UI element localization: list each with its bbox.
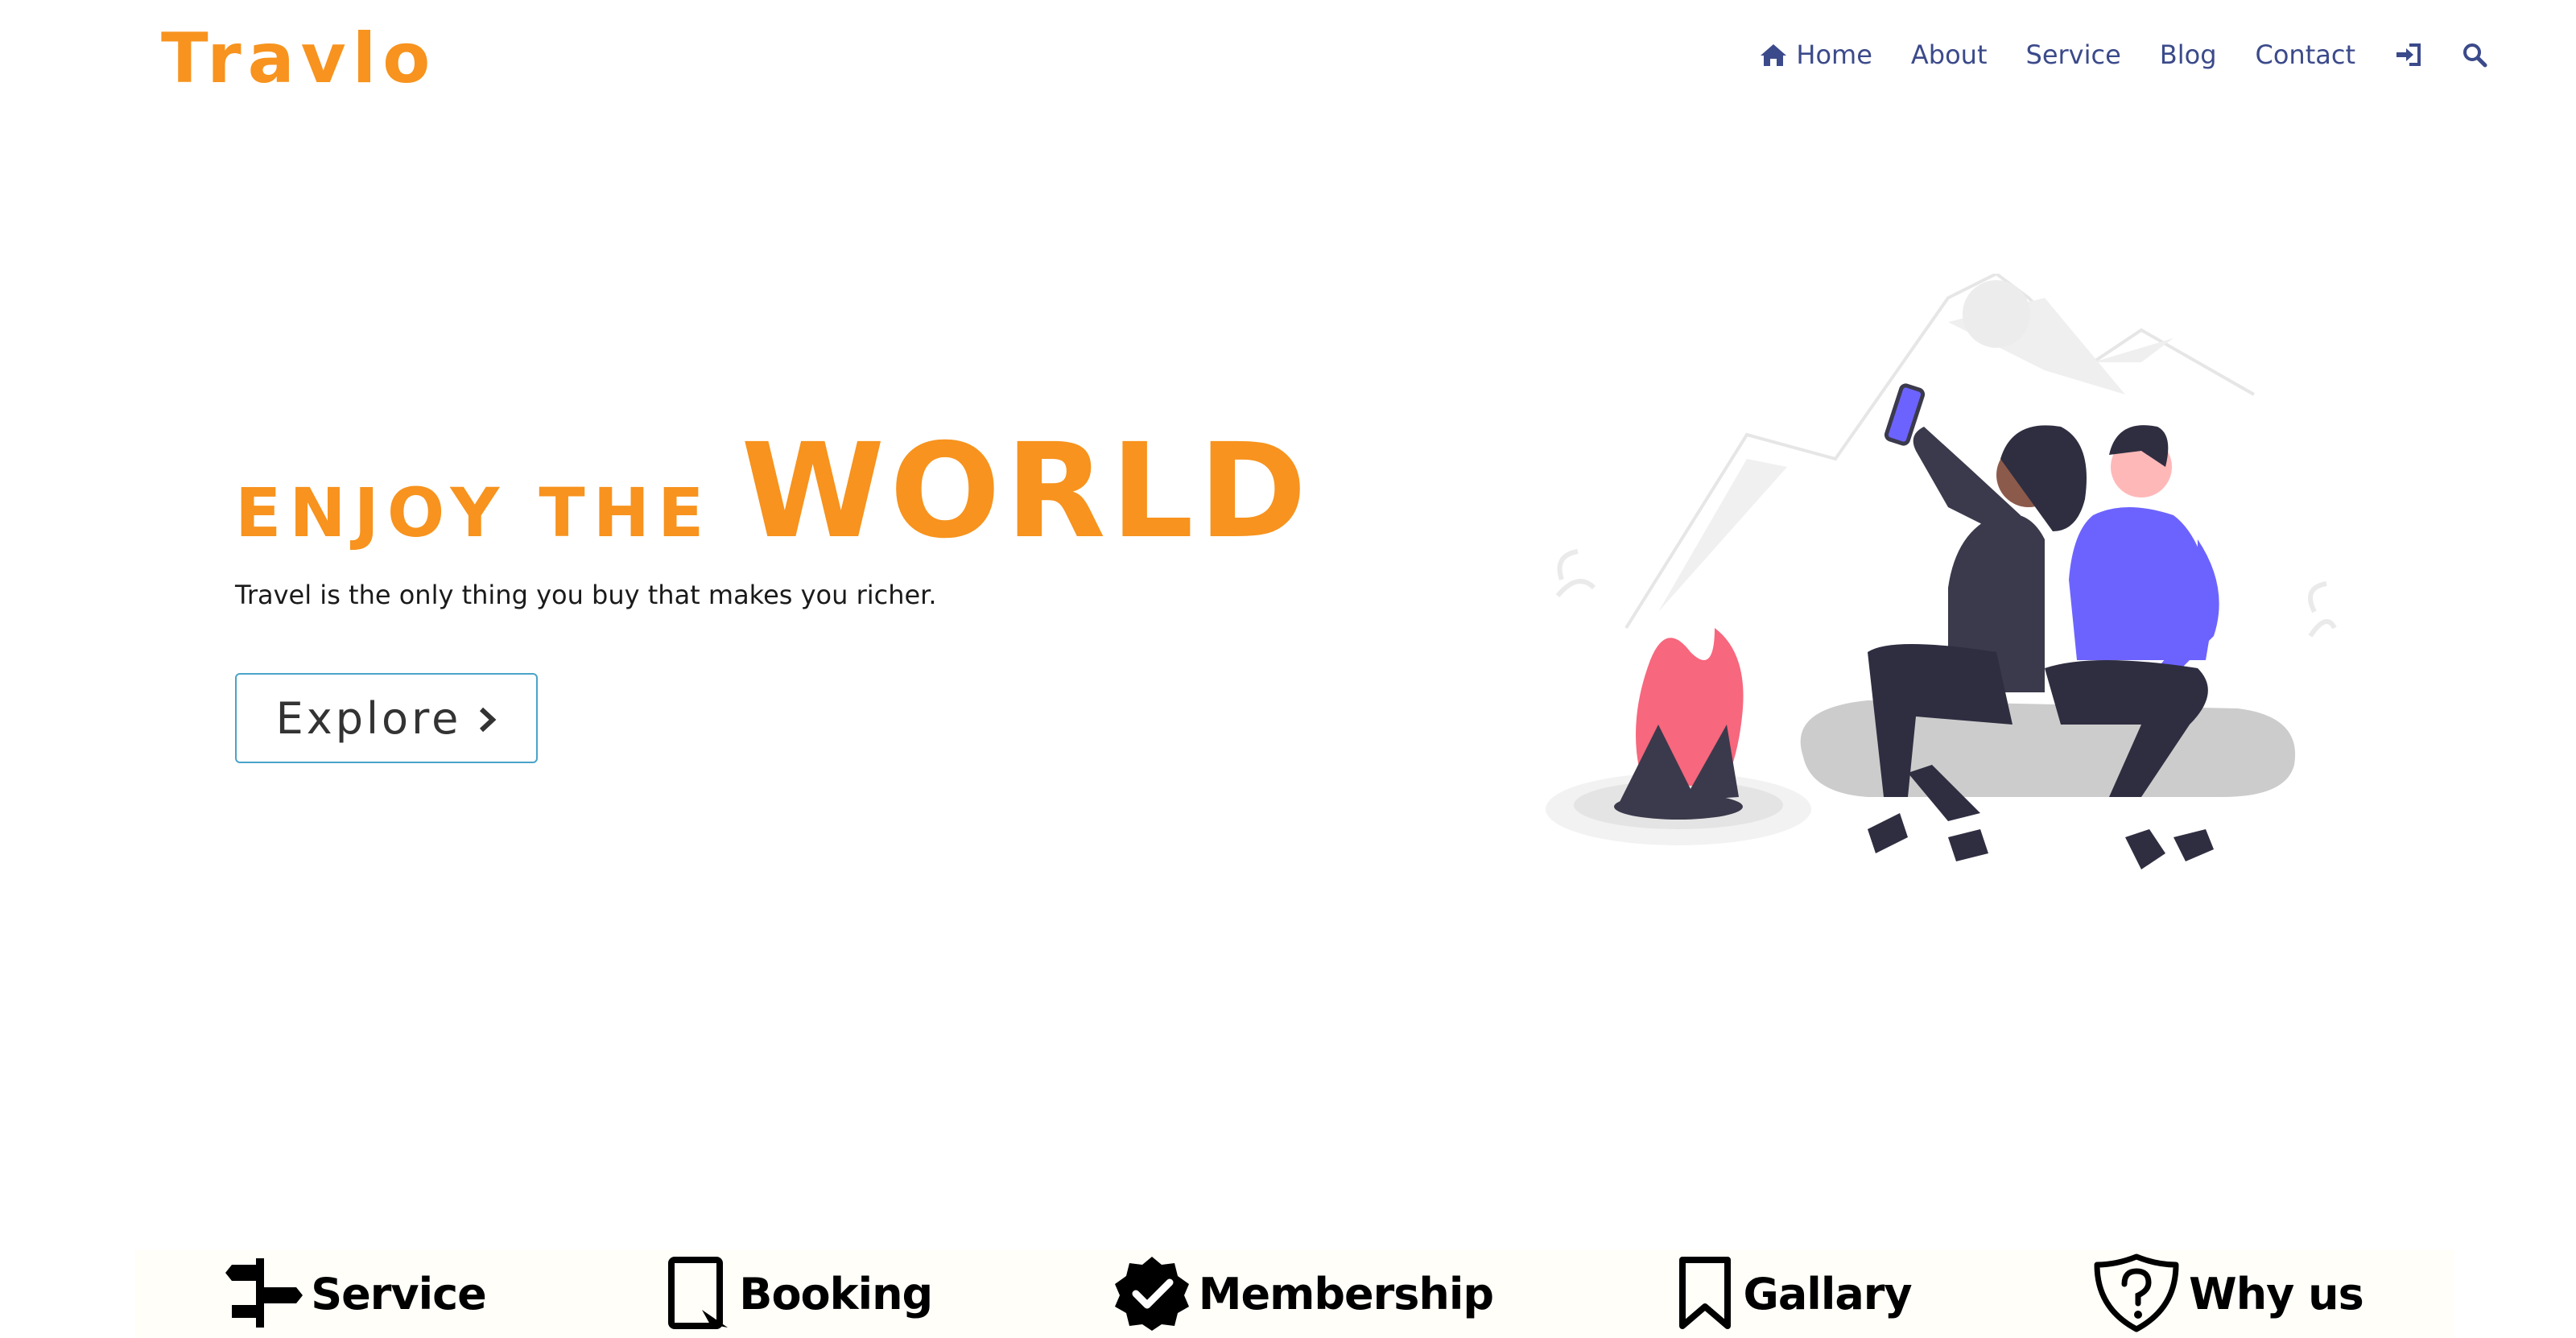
feature-label-gallary: Gallary	[1743, 1268, 1913, 1319]
feature-gallary[interactable]: Gallary	[1674, 1253, 1913, 1335]
feature-label-why-us: Why us	[2189, 1268, 2364, 1319]
nav-label-blog: Blog	[2159, 39, 2217, 70]
feature-label-service: Service	[311, 1268, 486, 1319]
main-nav: Home About Service Blog Contact	[1759, 32, 2487, 77]
feature-service[interactable]: Service	[225, 1253, 487, 1335]
hero-title: ENJOY THE WORLD	[235, 427, 1311, 557]
hero-illustration	[1530, 271, 2367, 902]
nav-label-service: Service	[2025, 39, 2121, 70]
search-icon[interactable]	[2462, 42, 2487, 68]
nav-item-service[interactable]: Service	[2026, 39, 2121, 70]
hero-title-big: WORLD	[741, 416, 1312, 568]
nav-item-contact[interactable]: Contact	[2256, 39, 2356, 70]
feature-label-booking: Booking	[739, 1268, 933, 1319]
sign-in-icon[interactable]	[2394, 42, 2423, 68]
explore-button-label: Explore	[275, 692, 462, 744]
feature-why-us[interactable]: Why us	[2092, 1252, 2364, 1336]
campfire-couple-illustration	[1546, 271, 2337, 869]
nav-item-blog[interactable]: Blog	[2160, 39, 2217, 70]
feature-membership[interactable]: Membership	[1113, 1253, 1494, 1335]
hero-subtitle: Travel is the only thing you buy that ma…	[235, 580, 937, 610]
nav-label-about: About	[1910, 39, 1988, 70]
tablet-icon	[667, 1253, 731, 1335]
explore-button[interactable]: Explore	[235, 673, 538, 763]
nav-item-home[interactable]: Home	[1759, 39, 1872, 70]
nav-label-contact: Contact	[2255, 39, 2356, 70]
home-icon	[1759, 42, 1788, 68]
features-bar: Service Booking Membership Gallary Why u…	[135, 1249, 2454, 1338]
shield-question-icon	[2092, 1252, 2181, 1336]
signpost-icon	[225, 1253, 303, 1335]
nav-item-about[interactable]: About	[1911, 39, 1988, 70]
verified-badge-icon	[1113, 1253, 1191, 1335]
bookmark-icon	[1674, 1253, 1736, 1335]
hero-title-small: ENJOY THE	[235, 473, 712, 552]
nav-label-home: Home	[1796, 39, 1872, 70]
feature-label-membership: Membership	[1198, 1268, 1494, 1319]
feature-booking[interactable]: Booking	[667, 1253, 933, 1335]
brand-logo[interactable]: Travlo	[161, 14, 436, 103]
chevron-right-icon	[477, 693, 497, 744]
